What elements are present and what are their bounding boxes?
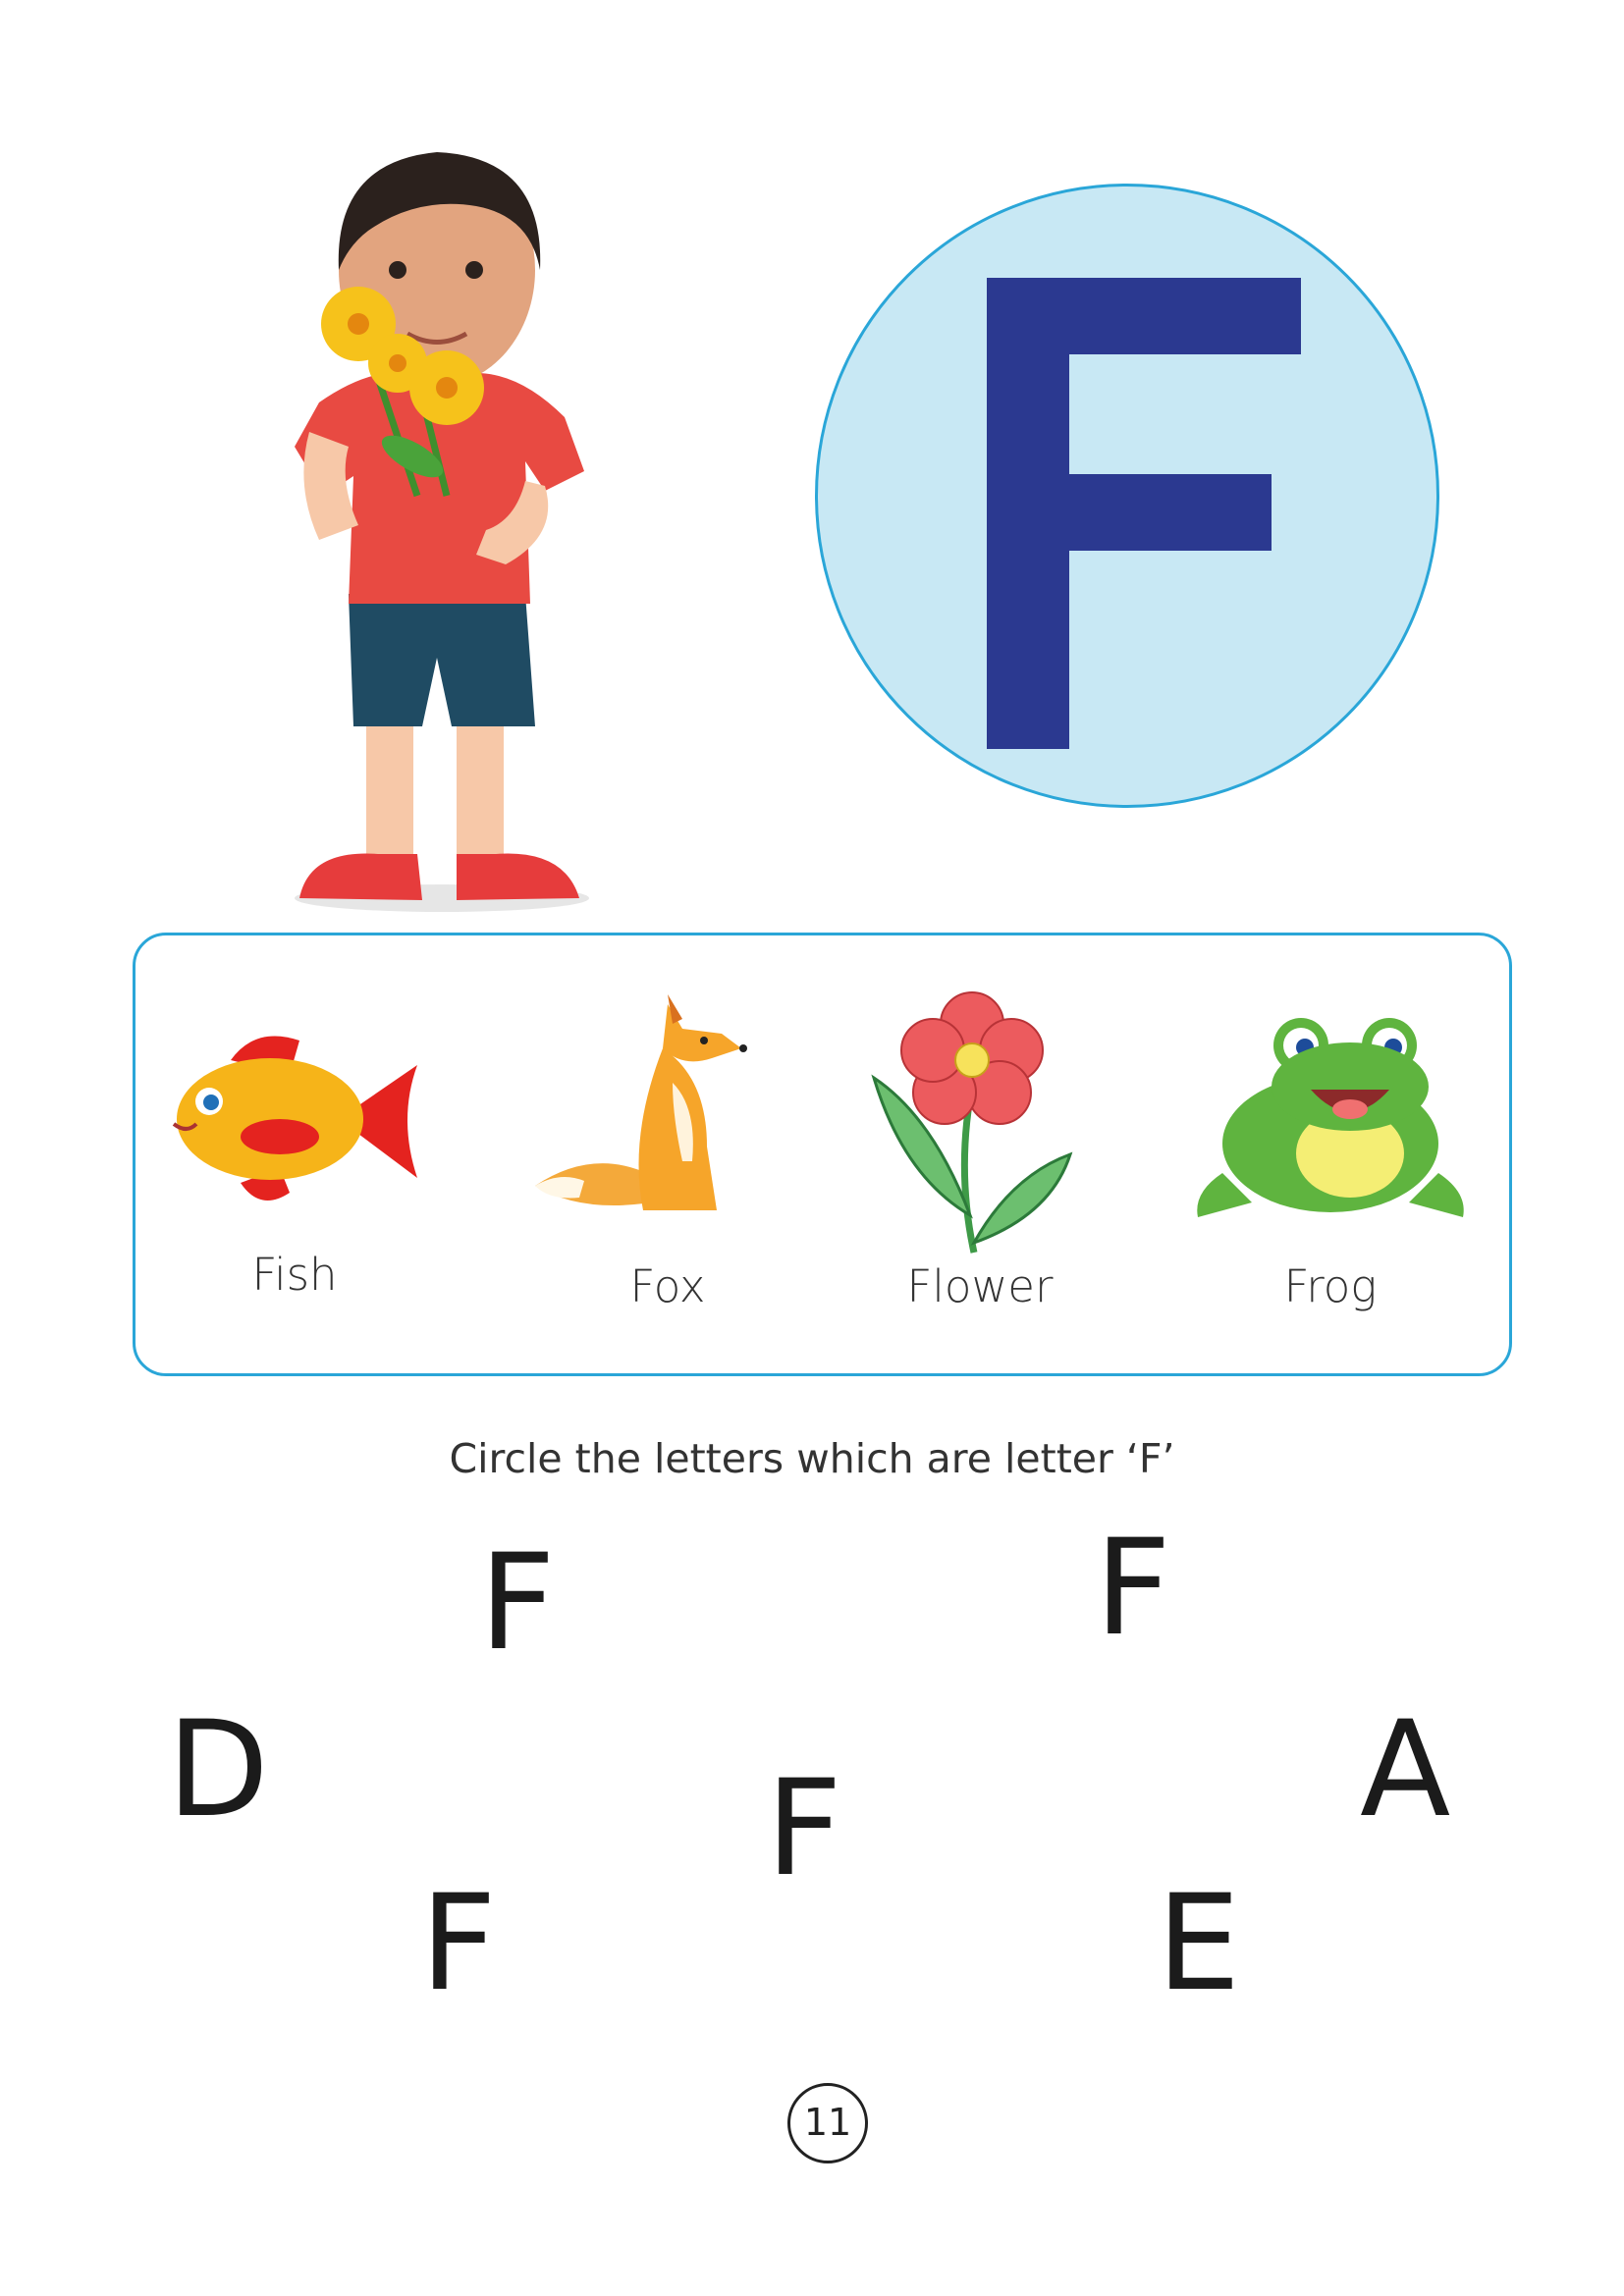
circle-letter-option[interactable]: D (167, 1703, 269, 1836)
word-label-fox: Fox (629, 1260, 706, 1312)
word-label-flower: Flower (906, 1260, 1054, 1312)
word-label-fish: Fish (251, 1249, 338, 1301)
fish-icon (172, 1036, 417, 1201)
boy-holding-flowers-illustration (295, 152, 589, 912)
word-label-frog: Frog (1283, 1260, 1378, 1312)
circle-letter-option[interactable]: F (479, 1536, 556, 1669)
fox-icon (535, 994, 747, 1210)
circle-letter-option[interactable]: F (420, 1877, 497, 2009)
page-number: 11 (787, 2083, 868, 2163)
hero-letter-glyph (987, 278, 1301, 749)
frog-icon (1197, 1018, 1464, 1217)
circle-letter-option[interactable]: A (1360, 1703, 1450, 1836)
flower-icon (871, 991, 1073, 1254)
circle-letter-option[interactable]: F (1095, 1522, 1171, 1654)
circle-letter-option[interactable]: F (766, 1762, 842, 1895)
activity-instruction: Circle the letters which are letter ‘F’ (449, 1435, 1175, 1482)
circle-letter-option[interactable]: E (1157, 1877, 1240, 2009)
